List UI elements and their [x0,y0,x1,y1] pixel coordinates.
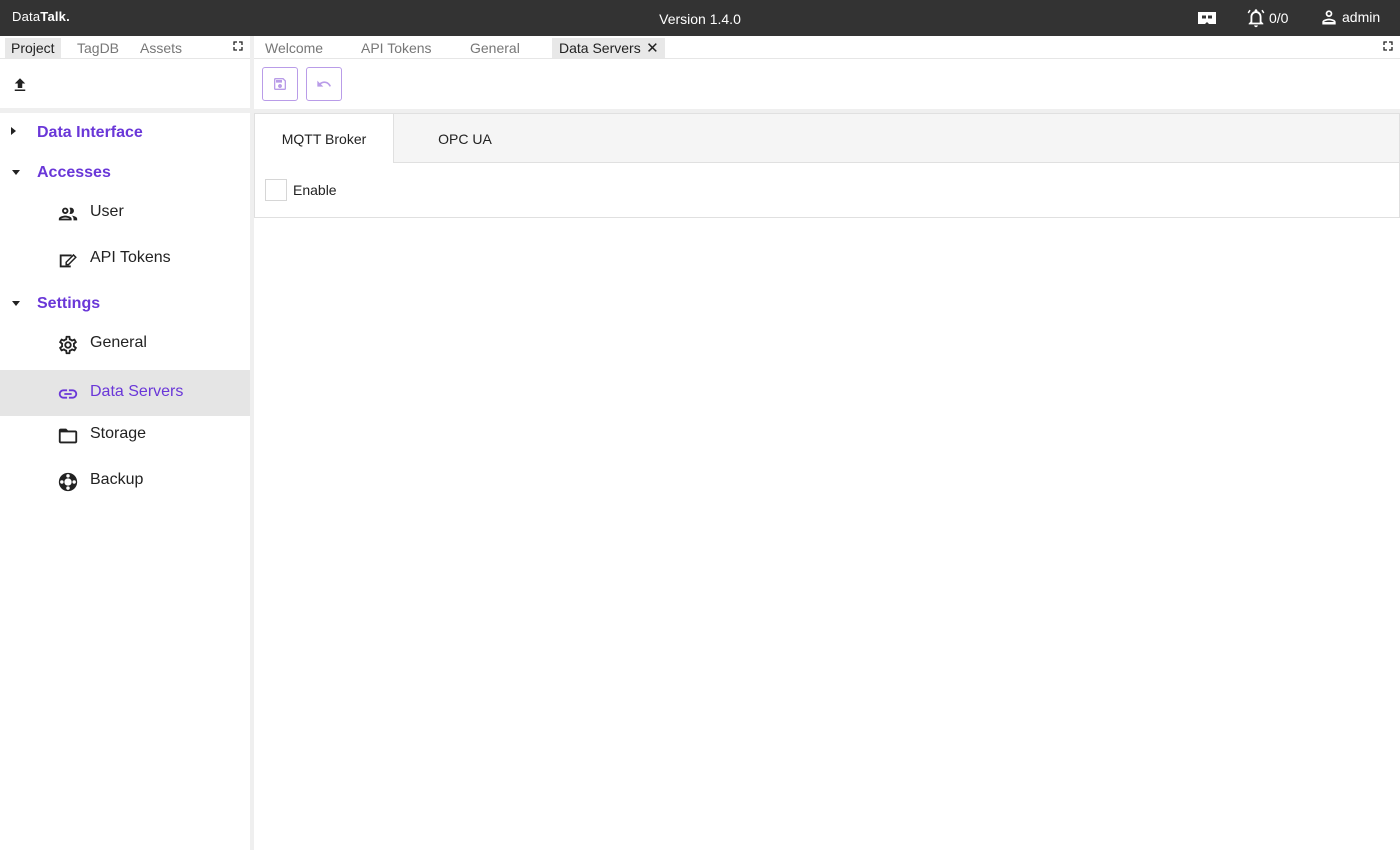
edit-note-icon [59,253,77,268]
maximize-icon[interactable] [1383,41,1393,51]
caret-right-icon [11,127,16,135]
left-tab-bar: Project TagDB Assets [0,36,250,59]
tab-assets[interactable]: Assets [134,38,188,58]
caret-down-icon [12,301,20,306]
close-icon[interactable]: ✕ [646,39,659,57]
logo-bold: Talk. [40,9,70,24]
tab-tagdb[interactable]: TagDB [71,38,125,58]
sidebar-item-general[interactable]: General [0,321,250,367]
document-tab-bar: Welcome API Tokens General Data Servers … [254,36,1400,59]
gear-icon [59,335,77,355]
main-panel: Welcome API Tokens General Data Servers … [254,36,1400,850]
enable-row: Enable [265,179,337,201]
enable-checkbox[interactable] [265,179,287,201]
sidebar-item-backup[interactable]: Backup [0,458,250,504]
sidebar-item-user[interactable]: User [0,190,250,236]
version-label: Version 1.4.0 [659,11,741,27]
divider [0,108,250,113]
screen-icon-button[interactable] [1197,9,1217,27]
toolbar [254,59,1400,109]
server-tab-bar: MQTT Broker OPC UA [255,114,1399,163]
tree-group-label: Accesses [37,164,111,181]
user-name: admin [1342,9,1381,25]
upload-icon[interactable] [11,76,29,94]
tab-project[interactable]: Project [5,38,61,58]
folder-open-icon [58,428,78,444]
left-panel: Project TagDB Assets Data Interface Acce… [0,36,250,850]
alarms-button[interactable]: 0/0 [1245,7,1288,29]
tab-mqtt-broker[interactable]: MQTT Broker [255,114,394,163]
tab-general[interactable]: General [463,38,527,58]
user-menu-button[interactable]: admin [1319,7,1380,27]
logo-prefix: Data [12,9,41,24]
lifebuoy-icon [58,472,78,492]
tab-welcome[interactable]: Welcome [258,38,330,58]
tree-group-settings[interactable]: Settings [0,289,250,319]
sidebar-item-label: Storage [90,425,147,442]
person-icon [1322,10,1336,25]
save-button[interactable] [262,67,298,101]
sidebar-item-label: API Tokens [90,249,171,266]
data-servers-panel: MQTT Broker OPC UA Enable [254,113,1400,218]
caret-down-icon [12,170,20,175]
tree-group-label: Settings [37,295,101,312]
tree-group-label: Data Interface [37,124,143,141]
sidebar-item-label: Data Servers [90,383,184,400]
people-icon [58,207,78,221]
sidebar-item-storage[interactable]: Storage [0,412,250,458]
sidebar-item-data-servers[interactable]: Data Servers [0,370,250,416]
enable-label: Enable [293,182,337,198]
screen-icon [1198,12,1216,24]
alarm-bell-icon [1247,9,1265,28]
app-logo: DataTalk. [12,9,70,24]
tree-group-data-interface[interactable]: Data Interface [0,118,250,148]
tab-opc-ua[interactable]: OPC UA [395,114,535,163]
sidebar-item-label: User [90,203,124,220]
tab-data-servers[interactable]: Data Servers ✕ [552,38,665,58]
tree-group-accesses[interactable]: Accesses [0,158,250,188]
tab-label: Data Servers [559,40,641,56]
maximize-icon[interactable] [233,41,243,51]
alarm-count: 0/0 [1269,10,1289,26]
sidebar-item-label: General [90,334,147,351]
undo-button[interactable] [306,67,342,101]
link-icon [58,389,78,399]
sidebar-item-api-tokens[interactable]: API Tokens [0,236,250,282]
save-icon [274,78,286,90]
top-bar: DataTalk. Version 1.4.0 0/0 admin [0,0,1400,36]
sidebar-item-label: Backup [90,471,144,488]
tab-api-tokens[interactable]: API Tokens [354,38,439,58]
undo-icon [317,80,331,87]
